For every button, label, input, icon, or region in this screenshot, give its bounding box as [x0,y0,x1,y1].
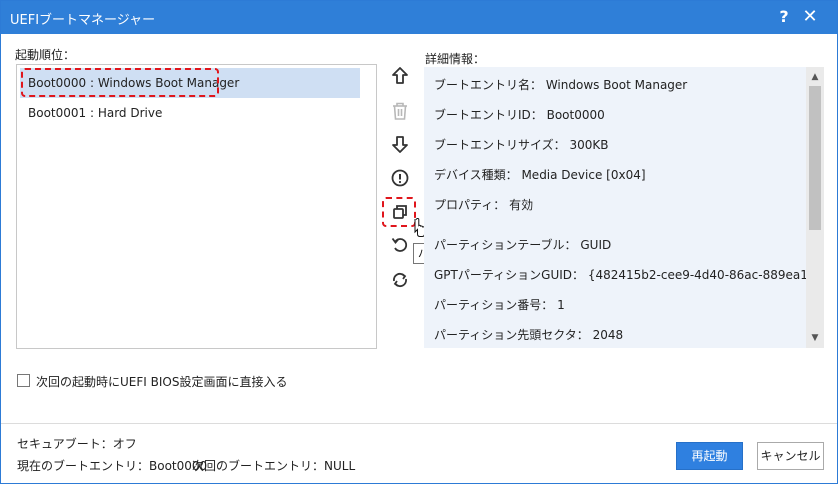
detail-entry-name: ブートエントリ名： Windows Boot Manager [434,78,688,92]
details-panel[interactable]: ブートエントリ名： Windows Boot Manager ブートエントリID… [424,67,824,348]
footer-divider [1,423,837,424]
move-down-button[interactable] [389,133,411,155]
next-entry-status: 次回のブートエントリ：NULL [192,459,356,473]
detail-partition-start: パーティション先頭セクタ： 2048 [434,328,624,342]
restart-button[interactable]: 再起動 [676,442,743,470]
cancel-button[interactable]: キャンセル [757,442,824,470]
detail-partition-table: パーティションテーブル： GUID [434,238,612,252]
highlight-box-boot-entry [21,68,219,97]
boot-order-list[interactable]: Boot0000 : Windows Boot Manager Boot0001… [16,64,377,349]
info-icon [391,169,409,187]
boot-entry-boot0001[interactable]: Boot0001 : Hard Drive [20,98,360,128]
detail-entry-size: ブートエントリサイズ： 300KB [434,138,609,152]
refresh-button[interactable] [389,269,411,291]
current-entry-status: 現在のブートエントリ：Boot0000 [17,459,208,473]
arrow-up-icon [392,67,408,84]
bios-checkbox-label[interactable]: 次回の起動時にUEFI BIOS設定画面に直接入る [36,373,287,390]
scroll-down-icon[interactable]: ▼ [806,331,824,345]
info-button[interactable] [389,167,411,189]
undo-icon [391,237,408,252]
uefi-boot-manager-window: UEFIブートマネージャー ? ✕ 起動順位： 詳細情報： Boot0000 :… [0,0,838,484]
boot-order-label: 起動順位： [15,48,76,62]
restore-button[interactable] [389,234,411,256]
details-label: 詳細情報： [425,52,486,66]
help-icon[interactable]: ? [771,5,797,29]
delete-button[interactable] [389,100,411,122]
close-icon[interactable]: ✕ [797,5,823,29]
window-title: UEFIブートマネージャー [10,13,156,28]
detail-gpt-guid: GPTパーティションGUID： {482415b2-cee9-4d40-86ac… [434,268,824,282]
bios-checkbox[interactable] [17,374,30,387]
move-up-button[interactable] [389,65,411,87]
scroll-thumb[interactable] [809,86,821,230]
detail-property: プロパティ： 有効 [434,198,534,212]
detail-entry-id: ブートエントリID： Boot0000 [434,108,605,122]
scroll-up-icon[interactable]: ▲ [806,70,824,84]
detail-device-type: デバイス種類： Media Device [0x04] [434,168,646,182]
title-bar: UEFIブートマネージャー ? ✕ [1,1,837,34]
trash-icon [393,102,407,120]
secure-boot-status: セキュアブート：オフ [17,437,137,451]
details-scrollbar[interactable]: ▲ ▼ [806,67,824,348]
arrow-down-icon [392,136,408,153]
refresh-icon [393,272,407,288]
detail-partition-number: パーティション番号： 1 [434,298,565,312]
